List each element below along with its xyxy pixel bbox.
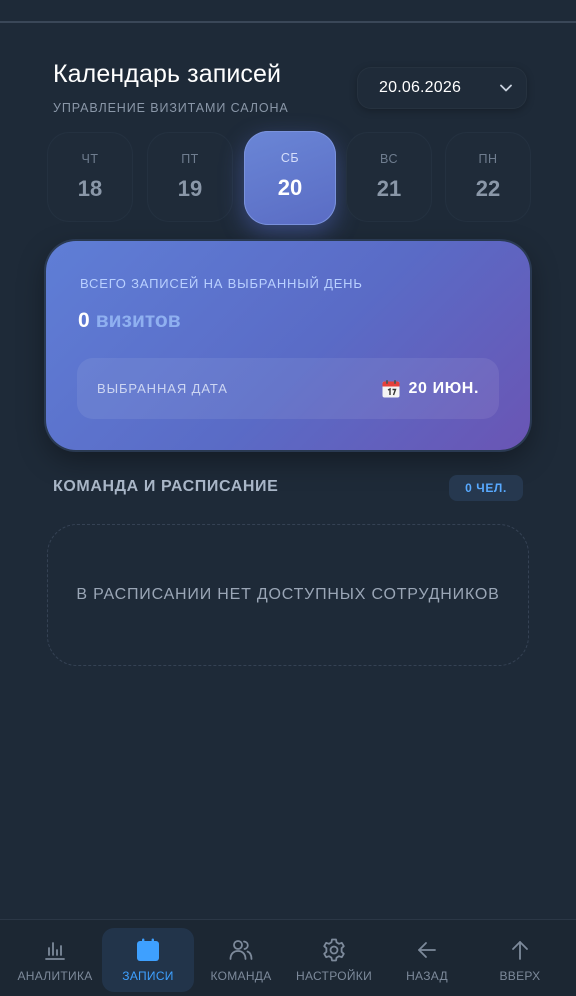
nav-item-settings[interactable]: НАСТРОЙКИ [288, 928, 380, 992]
bottom-nav: АНАЛИТИКА ЗАПИСИ КОМАНДА НАСТРОЙКИ НАЗАД… [0, 919, 576, 996]
visit-count: 0 визитов [78, 309, 181, 333]
nav-label: НАСТРОЙКИ [295, 969, 373, 983]
day-name: ВС [380, 152, 398, 166]
date-select-value: 20.06.2026 [379, 79, 462, 96]
day-item-fri[interactable]: ПТ 19 [147, 132, 233, 222]
selected-date-value-wrap: 20 ИЮН. [381, 379, 479, 399]
team-count-badge: 0 ЧЕЛ. [449, 475, 523, 501]
day-number: 22 [475, 176, 501, 201]
team-heading: КОМАНДА И РАСПИСАНИЕ [53, 478, 279, 495]
day-number: 20 [277, 175, 303, 200]
selected-date-row: ВЫБРАННАЯ ДАТА 20 ИЮН. [77, 358, 499, 419]
page-subtitle: УПРАВЛЕНИЕ ВИЗИТАМИ САЛОНА [53, 101, 289, 115]
team-empty-state: В РАСПИСАНИИ НЕТ ДОСТУПНЫХ СОТРУДНИКОВ [47, 524, 529, 666]
selected-date-value: 20 ИЮН. [408, 379, 479, 397]
date-select[interactable]: 20.06.2026 [357, 67, 527, 109]
calendar-emoji-icon [382, 379, 400, 397]
day-number: 21 [376, 176, 402, 201]
day-number: 18 [77, 176, 103, 201]
arrow-left-icon [414, 937, 440, 963]
day-name: ПТ [181, 152, 199, 166]
arrow-up-icon [507, 937, 533, 963]
calendar-icon [135, 937, 161, 963]
nav-item-appointments[interactable]: ЗАПИСИ [102, 928, 194, 992]
bar-chart-icon [42, 937, 68, 963]
users-icon [228, 937, 254, 963]
day-number: 19 [177, 176, 203, 201]
nav-item-team[interactable]: КОМАНДА [195, 928, 287, 992]
day-item-sat[interactable]: СБ 20 [244, 131, 336, 225]
day-name: СБ [280, 151, 300, 165]
page: Календарь записей УПРАВЛЕНИЕ ВИЗИТАМИ СА… [0, 0, 576, 996]
nav-item-analytics[interactable]: АНАЛИТИКА [9, 928, 101, 992]
nav-item-up[interactable]: ВВЕРХ [474, 928, 566, 992]
page-title: Календарь записей [53, 60, 282, 88]
summary-card: ВСЕГО ЗАПИСЕЙ НА ВЫБРАННЫЙ ДЕНЬ 0 визитов… [46, 241, 530, 450]
summary-label: ВСЕГО ЗАПИСЕЙ НА ВЫБРАННЫЙ ДЕНЬ [80, 276, 363, 291]
day-item-sun[interactable]: ВС 21 [346, 132, 432, 222]
nav-label: ЗАПИСИ [122, 969, 174, 983]
nav-item-back[interactable]: НАЗАД [381, 928, 473, 992]
visit-count-unit: визитов [95, 309, 181, 332]
day-name: ПН [478, 152, 498, 166]
visit-count-value: 0 [78, 309, 90, 332]
nav-label: АНАЛИТИКА [17, 969, 93, 983]
nav-label: ВВЕРХ [499, 969, 541, 983]
day-picker: ЧТ 18 ПТ 19 СБ 20 ВС 21 ПН 22 [47, 131, 531, 225]
team-empty-text: В РАСПИСАНИИ НЕТ ДОСТУПНЫХ СОТРУДНИКОВ [76, 586, 500, 603]
chevron-down-icon [499, 81, 513, 95]
day-item-mon[interactable]: ПН 22 [445, 132, 531, 222]
nav-label: НАЗАД [406, 969, 448, 983]
day-item-thu[interactable]: ЧТ 18 [47, 132, 133, 222]
nav-label: КОМАНДА [210, 969, 272, 983]
day-name: ЧТ [81, 152, 99, 166]
gear-icon [321, 937, 347, 963]
selected-date-label: ВЫБРАННАЯ ДАТА [97, 381, 228, 396]
top-divider [0, 21, 576, 23]
